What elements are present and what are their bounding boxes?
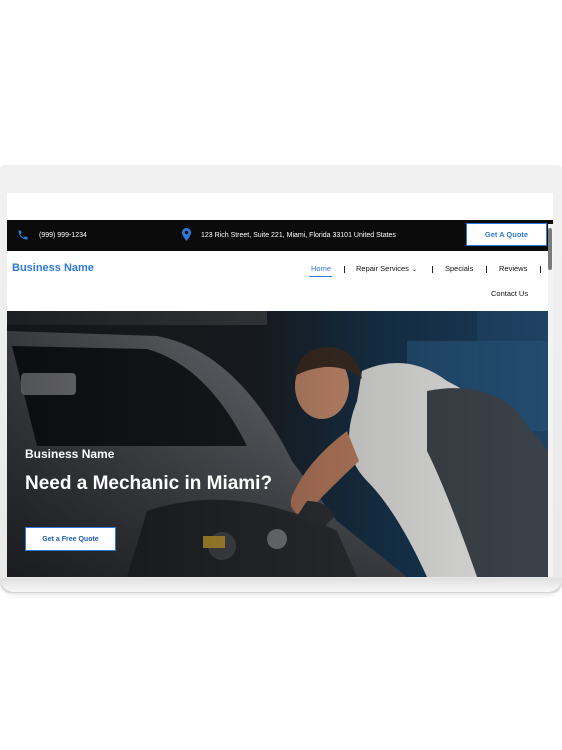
top-contact-bar: (999) 999-1234 123 Rich Street, Suite 22… [7, 220, 553, 251]
nav-home[interactable]: Home [311, 264, 331, 273]
get-free-quote-button[interactable]: Get a Free Quote [25, 527, 116, 551]
website-screen: (999) 999-1234 123 Rich Street, Suite 22… [7, 193, 553, 577]
laptop-base [0, 578, 562, 592]
nav-contact-us[interactable]: Contact Us [491, 289, 528, 298]
nav-separator [432, 266, 433, 273]
nav-active-indicator [309, 276, 332, 277]
phone-number[interactable]: (999) 999-1234 [39, 232, 87, 239]
scrollbar-thumb[interactable] [548, 228, 552, 270]
map-pin-icon [182, 228, 191, 241]
address-text: 123 Rich Street, Suite 221, Miami, Flori… [201, 232, 396, 239]
nav-repair-services-label: Repair Services [356, 264, 409, 273]
hero-business-name: Business Name [25, 447, 115, 461]
nav-specials[interactable]: Specials [445, 264, 473, 273]
scrollbar[interactable] [548, 224, 553, 577]
brand-logo-text[interactable]: Business Name [12, 262, 94, 274]
hero-headline: Need a Mechanic in Miami? [25, 473, 273, 494]
hero-section: Business Name Need a Mechanic in Miami? … [7, 311, 548, 577]
nav-separator [344, 266, 345, 273]
get-a-quote-button[interactable]: Get A Quote [466, 223, 547, 246]
phone-icon [18, 230, 28, 240]
chevron-down-icon: ⌄ [411, 267, 417, 273]
nav-repair-services[interactable]: Repair Services ⌄ [356, 264, 417, 273]
nav-separator [540, 266, 541, 273]
nav-separator [486, 266, 487, 273]
nav-reviews[interactable]: Reviews [499, 264, 527, 273]
